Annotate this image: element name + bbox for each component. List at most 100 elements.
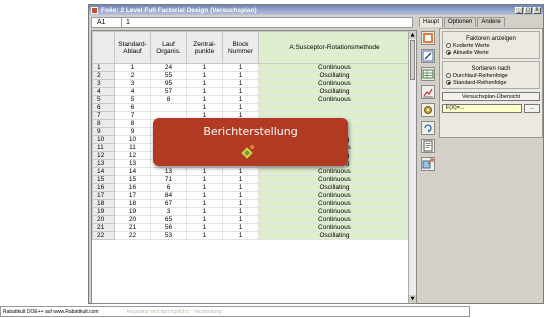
table-cell[interactable]: 1 (222, 223, 259, 232)
table-cell[interactable]: 56 (150, 223, 187, 232)
factor-cell[interactable]: Continuous (258, 167, 411, 176)
table-cell[interactable]: 13 (150, 167, 187, 176)
table-cell[interactable]: 1 (222, 191, 259, 200)
scroll-up-icon[interactable]: ▲ (409, 31, 416, 39)
table-row[interactable]: 5 5 8 1 1 Continuous (92, 95, 411, 104)
table-cell[interactable]: 16 (114, 183, 151, 192)
radio-icon[interactable] (446, 43, 451, 48)
table-cell[interactable] (150, 103, 187, 112)
table-cell[interactable]: 1 (222, 215, 259, 224)
factor-cell[interactable]: Oscillating (258, 71, 411, 80)
table-cell[interactable]: 1 (186, 215, 223, 224)
table-cell[interactable]: 24 (150, 63, 187, 72)
factor-cell[interactable]: Continuous (258, 223, 411, 232)
table-cell[interactable]: 1 (222, 87, 259, 96)
table-row[interactable]: 20 20 65 1 1 Continuous (92, 215, 411, 224)
export-icon[interactable] (421, 157, 435, 171)
table-row[interactable]: 18 18 67 1 1 Continuous (92, 199, 411, 208)
column-header[interactable]: Standard- Ablauf (114, 31, 151, 64)
factor-cell[interactable]: Continuous (258, 63, 411, 72)
cell-value-input[interactable]: 1 (122, 18, 412, 27)
vertical-scrollbar[interactable]: ▲ ▼ (408, 31, 416, 303)
table-cell[interactable]: 84 (150, 191, 187, 200)
tab-optionen[interactable]: Optionen (444, 17, 477, 27)
factor-cell[interactable]: Continuous (258, 191, 411, 200)
table-cell[interactable]: 3 (150, 207, 187, 216)
radio-selected-icon[interactable] (446, 50, 451, 55)
design-grid[interactable]: Standard- Ablauf Lauf Organis. Zentral- … (91, 30, 417, 304)
radio-sort-run[interactable]: Durchlauf-Reihenfolge (446, 72, 536, 79)
table-cell[interactable]: 9 (114, 127, 151, 136)
column-header[interactable]: Zentral- punkte (186, 31, 223, 64)
factor-cell[interactable]: Continuous (258, 95, 411, 104)
table-cell[interactable]: 1 (186, 71, 223, 80)
radio-coded-values[interactable]: Kodierte Werte (446, 42, 536, 49)
factor-cell[interactable]: Continuous (258, 79, 411, 88)
table-cell[interactable]: 55 (150, 71, 187, 80)
table-cell[interactable]: 4 (114, 87, 151, 96)
table-row[interactable]: 2 2 55 1 1 Oscillating (92, 71, 411, 80)
table-cell[interactable]: 95 (150, 79, 187, 88)
table-row[interactable]: 21 21 56 1 1 Continuous (92, 223, 411, 232)
table-cell[interactable]: 17 (114, 191, 151, 200)
table-cell[interactable]: 1 (222, 175, 259, 184)
settings-icon[interactable] (421, 103, 435, 117)
table-cell[interactable]: 1 (186, 223, 223, 232)
table-cell[interactable]: 7 (114, 111, 151, 120)
table-cell[interactable]: 8 (114, 119, 151, 128)
table-cell[interactable]: 14 (114, 167, 151, 176)
edit-icon[interactable] (421, 49, 435, 63)
factor-cell[interactable]: Continuous (258, 199, 411, 208)
table-cell[interactable]: 6 (114, 103, 151, 112)
factor-cell[interactable]: Continuous (258, 175, 411, 184)
table-cell[interactable]: 53 (150, 231, 187, 240)
table-cell[interactable]: 1 (222, 207, 259, 216)
table-cell[interactable]: 1 (186, 183, 223, 192)
scroll-down-icon[interactable]: ▼ (409, 295, 416, 303)
format-icon[interactable] (421, 31, 435, 45)
radio-selected-icon[interactable] (446, 80, 451, 85)
table-row[interactable]: 15 15 71 1 1 Continuous (92, 175, 411, 184)
table-cell[interactable]: 1 (186, 191, 223, 200)
table-cell[interactable]: 19 (114, 207, 151, 216)
table-cell[interactable]: 67 (150, 199, 187, 208)
factor-column-header[interactable]: A:Susceptor-Rotationsmethode (258, 31, 411, 64)
table-cell[interactable]: 71 (150, 175, 187, 184)
table-cell[interactable]: 6 (150, 183, 187, 192)
browse-button[interactable]: ... (524, 104, 540, 113)
table-row[interactable]: 66 11 (92, 103, 411, 112)
table-row[interactable]: 4 4 57 1 1 Oscillating (92, 87, 411, 96)
radio-icon[interactable] (446, 73, 451, 78)
table-cell[interactable]: 1 (222, 231, 259, 240)
table-cell[interactable]: 8 (150, 95, 187, 104)
table-cell[interactable]: 21 (114, 223, 151, 232)
table-cell[interactable]: 13 (114, 159, 151, 168)
table-icon[interactable] (421, 67, 435, 81)
table-cell[interactable]: 3 (114, 79, 151, 88)
table-row[interactable]: 17 17 84 1 1 Continuous (92, 191, 411, 200)
factor-cell[interactable]: Oscillating (258, 87, 411, 96)
table-row[interactable]: 22 22 53 1 1 Oscillating (92, 231, 411, 240)
table-cell[interactable]: 1 (222, 79, 259, 88)
factor-cell[interactable]: Continuous (258, 215, 411, 224)
factor-cell[interactable] (258, 103, 411, 112)
tab-andere[interactable]: Andere (477, 17, 505, 27)
table-cell[interactable]: 10 (114, 135, 151, 144)
column-header[interactable]: Lauf Organis. (150, 31, 187, 64)
table-cell[interactable]: 1 (186, 175, 223, 184)
table-row[interactable]: 3 3 95 1 1 Continuous (92, 79, 411, 88)
table-cell[interactable]: 1 (186, 103, 223, 112)
table-cell[interactable]: 1 (186, 207, 223, 216)
table-cell[interactable]: 1 (222, 71, 259, 80)
table-cell[interactable]: 1 (186, 87, 223, 96)
table-cell[interactable]: 1 (222, 103, 259, 112)
table-cell[interactable]: 1 (186, 231, 223, 240)
table-cell[interactable]: 1 (222, 183, 259, 192)
minimize-icon[interactable]: _ (515, 6, 523, 14)
table-cell[interactable]: 5 (114, 95, 151, 104)
cell-reference[interactable]: A1 (92, 18, 122, 27)
table-cell[interactable]: 22 (114, 231, 151, 240)
table-cell[interactable]: 1 (222, 167, 259, 176)
column-header[interactable]: Block Nummer (222, 31, 259, 64)
formula-input[interactable]: F(X)=... (442, 104, 522, 113)
